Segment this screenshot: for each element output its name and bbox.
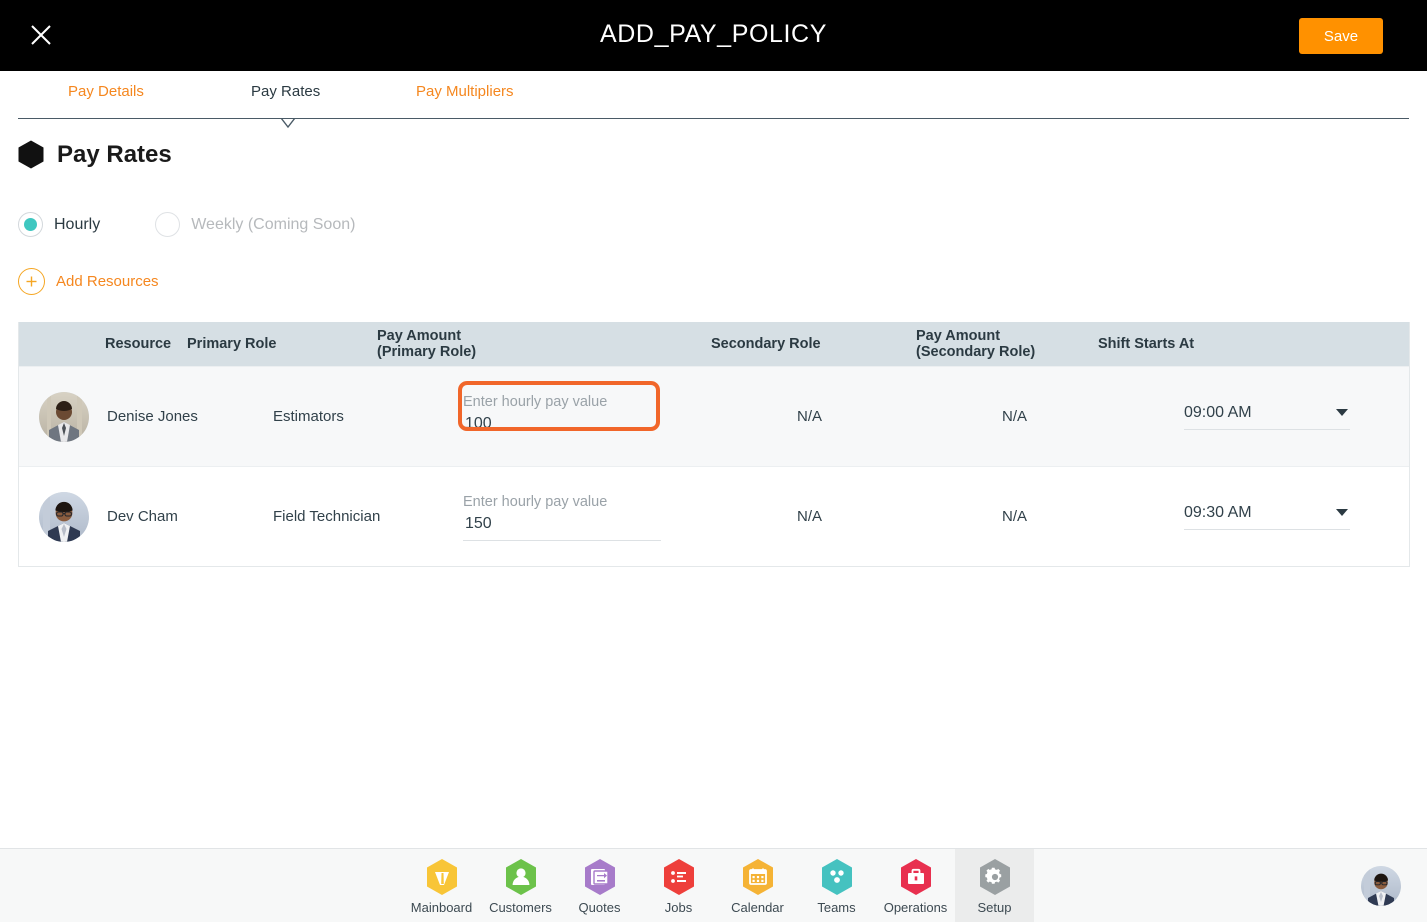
column-header-shift-starts-at: Shift Starts At — [1098, 336, 1195, 352]
table-row: Denise Jones Estimators Enter hourly pay… — [19, 366, 1409, 466]
chevron-down-icon — [1336, 509, 1348, 516]
nav-item-customers[interactable]: Customers — [481, 849, 560, 922]
add-resources-label: Add Resources — [56, 273, 159, 290]
add-pay-policy-screen: ADD_PAY_POLICY Save Pay Details Pay Rate… — [0, 0, 1427, 922]
user-avatar[interactable] — [1361, 866, 1401, 906]
mainboard-icon — [426, 858, 457, 895]
nav-label-calendar: Calendar — [731, 899, 784, 915]
pay-amount-primary-cell: Enter hourly pay value — [463, 493, 797, 541]
resource-name: Denise Jones — [107, 408, 198, 425]
operations-icon — [900, 858, 931, 895]
nav-item-teams[interactable]: Teams — [797, 849, 876, 922]
calendar-icon — [742, 858, 773, 895]
bottom-nav-items: Mainboard Customers Quotes Jobs Calendar… — [402, 849, 1034, 922]
pay-amount-primary-label: Enter hourly pay value — [463, 393, 608, 410]
tab-bar: Pay Details Pay Rates Pay Multipliers — [0, 71, 1427, 130]
column-header-pay-amount-primary-sub: (Primary Role) — [377, 344, 477, 360]
resource-cell: Dev Cham — [19, 491, 273, 542]
setup-icon — [979, 858, 1010, 895]
avatar — [39, 491, 89, 542]
primary-role-value: Field Technician — [273, 508, 381, 525]
shift-starts-at-cell: 09:00 AM — [1184, 404, 1397, 430]
teams-icon — [821, 858, 852, 895]
resource-name: Dev Cham — [107, 508, 178, 525]
save-button[interactable]: Save — [1299, 18, 1383, 54]
rate-type-radio-group: Hourly Weekly (Coming Soon) — [18, 212, 355, 237]
nav-label-customers: Customers — [489, 899, 552, 915]
jobs-icon — [663, 858, 694, 895]
shift-starts-at-value: 09:30 AM — [1184, 503, 1252, 521]
tab-underline — [18, 118, 1409, 119]
top-bar: ADD_PAY_POLICY Save — [0, 0, 1427, 71]
secondary-role-value: N/A — [797, 408, 823, 425]
nav-item-calendar[interactable]: Calendar — [718, 849, 797, 922]
nav-label-setup: Setup — [977, 899, 1012, 915]
primary-role-value: Estimators — [273, 408, 344, 425]
pay-amount-secondary-value: N/A — [1002, 508, 1028, 525]
pay-rates-table: Resource Primary Role Pay Amount (Primar… — [18, 322, 1410, 567]
tab-pay-multipliers[interactable]: Pay Multipliers — [416, 83, 514, 100]
column-header-resource: Resource — [105, 336, 172, 352]
pay-amount-primary-cell: Enter hourly pay value — [463, 393, 797, 441]
section-title: Pay Rates — [57, 140, 172, 168]
table-row: Dev Cham Field Technician Enter hourly p… — [19, 466, 1409, 566]
column-header-primary-role: Primary Role — [187, 336, 277, 352]
column-header-pay-amount-primary: Pay Amount (Primary Role) — [377, 328, 711, 360]
radio-weekly-label: Weekly (Coming Soon) — [191, 215, 356, 233]
radio-hourly[interactable]: Hourly — [18, 212, 100, 237]
shift-starts-at-dropdown[interactable]: 09:30 AM — [1184, 504, 1350, 530]
shift-starts-at-dropdown[interactable]: 09:00 AM — [1184, 404, 1350, 430]
nav-item-operations[interactable]: Operations — [876, 849, 955, 922]
hexagon-icon — [18, 140, 44, 169]
tab-pay-rates[interactable]: Pay Rates — [251, 83, 320, 100]
add-resources-button[interactable]: Add Resources — [18, 268, 159, 295]
column-header-secondary-role: Secondary Role — [711, 336, 821, 352]
nav-label-teams: Teams — [817, 899, 856, 915]
page-title: ADD_PAY_POLICY — [599, 20, 827, 48]
shift-starts-at-cell: 09:30 AM — [1184, 504, 1397, 530]
nav-label-quotes: Quotes — [578, 899, 621, 915]
column-header-pay-amount-secondary-main: Pay Amount — [916, 328, 1001, 344]
nav-item-mainboard[interactable]: Mainboard — [402, 849, 481, 922]
customers-icon — [505, 858, 536, 895]
bottom-navigation: Mainboard Customers Quotes Jobs Calendar… — [0, 848, 1427, 922]
nav-label-operations: Operations — [883, 899, 948, 915]
section-header: Pay Rates — [18, 140, 172, 169]
tab-pay-details[interactable]: Pay Details — [68, 83, 144, 100]
shift-starts-at-value: 09:00 AM — [1184, 403, 1252, 421]
radio-weekly-circle — [155, 212, 181, 237]
nav-label-mainboard: Mainboard — [410, 899, 473, 915]
table-header-row: Resource Primary Role Pay Amount (Primar… — [19, 322, 1409, 366]
column-header-pay-amount-primary-main: Pay Amount — [377, 328, 462, 344]
radio-weekly[interactable]: Weekly (Coming Soon) — [155, 212, 355, 237]
chevron-down-icon — [1336, 409, 1348, 416]
nav-item-setup[interactable]: Setup — [955, 849, 1034, 922]
column-header-pay-amount-secondary: Pay Amount (Secondary Role) — [916, 328, 1098, 360]
chevron-down-icon — [276, 118, 300, 130]
pay-amount-primary-input[interactable] — [463, 414, 661, 441]
nav-item-jobs[interactable]: Jobs — [639, 849, 718, 922]
radio-hourly-label: Hourly — [54, 215, 101, 233]
resource-cell: Denise Jones — [19, 391, 273, 442]
pay-amount-secondary-value: N/A — [1002, 408, 1028, 425]
pay-amount-primary-input[interactable] — [463, 514, 661, 541]
quotes-icon — [584, 858, 615, 895]
pay-amount-primary-label: Enter hourly pay value — [463, 493, 608, 510]
nav-label-jobs: Jobs — [664, 899, 693, 915]
radio-hourly-circle — [18, 212, 43, 237]
nav-item-quotes[interactable]: Quotes — [560, 849, 639, 922]
secondary-role-value: N/A — [797, 508, 823, 525]
plus-circle-icon — [18, 268, 45, 295]
avatar — [39, 391, 89, 442]
column-header-pay-amount-secondary-sub: (Secondary Role) — [916, 344, 1036, 360]
